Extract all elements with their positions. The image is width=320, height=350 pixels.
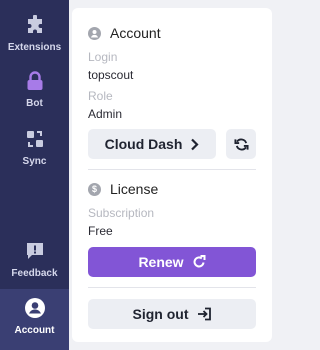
- account-panel: Account Login topscout Role Admin Cloud …: [72, 8, 272, 342]
- login-value: topscout: [88, 68, 134, 82]
- redo-icon: [192, 255, 206, 269]
- sidebar-item-account[interactable]: Account: [0, 289, 69, 350]
- license-title: License: [110, 181, 159, 197]
- sidebar-item-feedback[interactable]: Feedback: [0, 240, 69, 284]
- refresh-button[interactable]: [226, 129, 256, 159]
- sidebar-item-label: Feedback: [11, 268, 58, 279]
- sidebar: Extensions Bot Sync Feedback Account: [0, 0, 69, 350]
- puzzle-icon: [24, 14, 46, 36]
- sign-out-button[interactable]: Sign out: [88, 299, 256, 329]
- feedback-icon: [24, 240, 46, 262]
- sidebar-item-extensions[interactable]: Extensions: [0, 14, 69, 58]
- sidebar-item-label: Extensions: [7, 42, 62, 53]
- sidebar-item-label: Sync: [22, 156, 47, 167]
- divider: [88, 287, 256, 288]
- renew-button[interactable]: Renew: [88, 247, 256, 277]
- subscription-label: Subscription: [88, 206, 155, 220]
- refresh-icon: [233, 137, 249, 152]
- account-section-header: Account: [88, 25, 161, 41]
- divider: [88, 169, 256, 170]
- role-label: Role: [88, 89, 113, 103]
- sidebar-item-label: Bot: [26, 98, 43, 109]
- sign-out-label: Sign out: [132, 306, 189, 322]
- chevron-right-icon: [190, 138, 199, 151]
- role-value: Admin: [88, 107, 123, 121]
- subscription-value: Free: [88, 224, 113, 238]
- login-label: Login: [88, 50, 118, 64]
- license-section-header: $ License: [88, 181, 158, 197]
- account-title: Account: [110, 25, 161, 41]
- lock-icon: [24, 70, 46, 92]
- cloud-dash-button[interactable]: Cloud Dash: [88, 129, 216, 159]
- account-icon: [24, 297, 46, 319]
- cloud-dash-label: Cloud Dash: [104, 136, 183, 152]
- sidebar-item-sync[interactable]: Sync: [0, 128, 69, 172]
- sidebar-item-label: Account: [14, 325, 55, 336]
- sidebar-item-bot[interactable]: Bot: [0, 70, 69, 114]
- user-icon: [88, 26, 101, 40]
- sign-out-icon: [197, 307, 212, 321]
- renew-label: Renew: [138, 254, 184, 270]
- dollar-icon: $: [88, 182, 101, 196]
- sync-icon: [24, 128, 46, 150]
